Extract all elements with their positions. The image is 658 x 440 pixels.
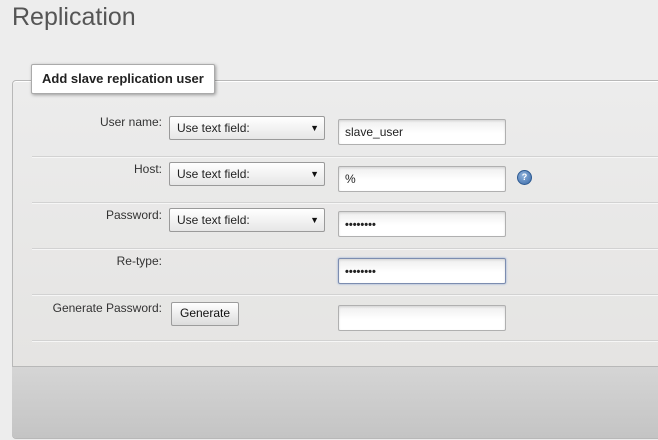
generate-password-label: Generate Password:: [52, 301, 162, 315]
host-row: Host: Use text field: ▼ % ?: [32, 156, 658, 203]
help-icon[interactable]: ?: [517, 170, 532, 185]
username-input[interactable]: slave_user: [338, 119, 506, 145]
password-type-value: Use text field:: [177, 213, 250, 227]
retype-row: Re-type: ••••••••: [32, 248, 658, 295]
host-type-select[interactable]: Use text field: ▼: [169, 162, 325, 186]
username-row: User name: Use text field: ▼ slave_user: [32, 110, 658, 157]
generate-button[interactable]: Generate: [171, 302, 240, 326]
username-type-value: Use text field:: [177, 121, 250, 135]
generated-password-input[interactable]: [338, 305, 506, 331]
username-label: User name:: [99, 115, 162, 129]
host-value: %: [345, 172, 356, 186]
username-value: slave_user: [345, 125, 404, 139]
password-input[interactable]: ••••••••: [338, 211, 506, 237]
password-value: ••••••••: [345, 219, 376, 231]
chevron-down-icon: ▼: [310, 169, 319, 179]
chevron-down-icon: ▼: [310, 215, 319, 225]
generate-password-row: Generate Password: Generate: [32, 294, 658, 341]
chevron-down-icon: ▼: [310, 123, 319, 133]
password-row: Password: Use text field: ▼ ••••••••: [32, 202, 658, 249]
password-type-select[interactable]: Use text field: ▼: [169, 208, 325, 232]
form-footer: [12, 366, 658, 438]
retype-label: Re-type:: [116, 254, 162, 268]
retype-value: ••••••••: [345, 266, 376, 278]
host-type-value: Use text field:: [177, 167, 250, 181]
password-label: Password:: [105, 208, 162, 222]
host-input[interactable]: %: [338, 166, 506, 192]
username-type-select[interactable]: Use text field: ▼: [169, 116, 325, 140]
retype-password-input[interactable]: ••••••••: [338, 258, 506, 284]
fieldset-legend: Add slave replication user: [31, 64, 215, 94]
page-title: Replication: [12, 3, 136, 31]
host-label: Host:: [133, 162, 162, 176]
